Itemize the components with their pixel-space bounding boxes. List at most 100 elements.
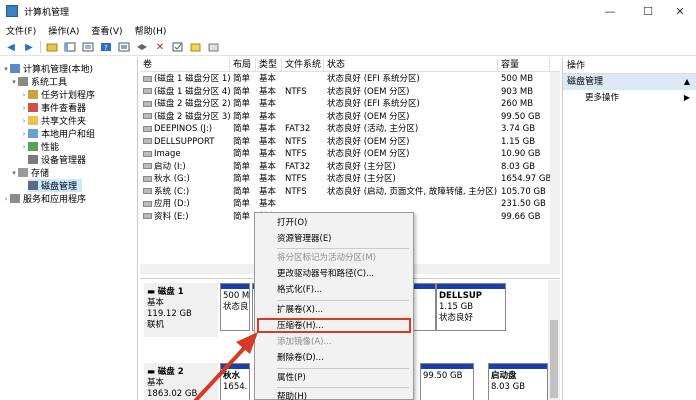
table-row[interactable]: 应用 (D:) 简单 基本 231.50 GB — [140, 198, 560, 211]
cell-text: 基本 — [259, 86, 277, 97]
tree-item-performance[interactable]: › 性能 — [20, 140, 59, 153]
tree-item-local-users[interactable]: › 本地用户和组 — [20, 127, 95, 140]
cell-volume: (磁盘 1 磁盘分区 1) — [140, 73, 230, 86]
menu-item-delete-volume[interactable]: 删除卷(D)... — [255, 350, 413, 366]
more-actions[interactable]: 更多操作 ▶ — [563, 90, 696, 106]
cell-volume: (磁盘 1 磁盘分区 4) — [140, 86, 230, 99]
storage-icon — [18, 168, 28, 177]
forward-arrow-icon[interactable]: ▶ — [22, 41, 36, 54]
menu-item-help[interactable]: 帮助(H) — [255, 389, 413, 400]
help-icon[interactable]: ? — [99, 41, 113, 54]
tree-item-storage[interactable]: ▾ 存储 — [10, 166, 49, 179]
submenu-arrow-icon[interactable]: ▶ — [684, 90, 690, 106]
expand-icon[interactable]: › — [20, 130, 28, 138]
cell-text: FAT32 — [285, 124, 311, 134]
column-header-volume[interactable]: 卷 — [140, 58, 230, 72]
up-folder-icon[interactable] — [45, 41, 59, 54]
cell-volume: 系统 (C:) — [140, 186, 230, 199]
expand-icon[interactable]: › — [20, 91, 28, 99]
disk-2-label[interactable]: ▬ 磁盘 2 基本 1863.02 GB — [144, 363, 218, 400]
expand-icon[interactable]: › — [2, 195, 10, 203]
collapse-icon[interactable]: ▾ — [10, 78, 18, 86]
new-folder-icon[interactable] — [189, 41, 203, 54]
menu-file[interactable]: 文件(F) — [0, 24, 42, 37]
svg-text:?: ? — [104, 44, 108, 52]
tree-item-system-tools[interactable]: ▾ 系统工具 — [10, 75, 67, 88]
menu-item-extend-volume[interactable]: 扩展卷(X)... — [255, 302, 413, 318]
column-header-layout[interactable]: 布局 — [230, 58, 256, 72]
cell-text: 简单 — [233, 111, 251, 122]
graphical-view-scrollbar[interactable] — [548, 280, 560, 400]
table-row[interactable]: 系统 (C:) 简单 基本 NTFS 状态良好 (启动, 页面文件, 故障转储, 主分区… — [140, 186, 560, 199]
partition-block[interactable]: 99.50 GB — [420, 363, 474, 400]
tree-label: 设备管理器 — [41, 156, 87, 166]
cell-capacity: 99.66 GB — [498, 211, 550, 224]
tree-item-device-manager[interactable]: 设备管理器 — [28, 153, 86, 166]
expand-icon[interactable]: › — [20, 117, 28, 125]
delete-icon[interactable]: ✕ — [153, 41, 167, 54]
collapse-icon[interactable]: ▾ — [2, 65, 10, 73]
volume-list-scrollbar[interactable] — [550, 72, 560, 264]
cell-text: 简单 — [233, 86, 251, 97]
column-header-capacity[interactable]: 容量 — [498, 58, 550, 72]
column-header-status[interactable]: 状态 — [324, 58, 498, 72]
table-row[interactable]: DELLSUPPORT 简单 基本 NTFS 状态良好 (OEM 分区) 1.15 GB — [140, 136, 560, 149]
tree-item-shared-folders[interactable]: › 共享文件夹 — [20, 114, 86, 127]
tree-item-services-apps[interactable]: › 服务和应用程序 — [2, 192, 86, 205]
cell-filesystem: NTFS — [282, 136, 324, 149]
connect-icon[interactable] — [135, 41, 149, 54]
menu-bar: 文件(F) 操作(A) 查看(V) 帮助(H) — [0, 22, 696, 39]
menu-action[interactable]: 操作(A) — [42, 24, 85, 37]
cell-text: NTFS — [285, 86, 307, 97]
minimize-button[interactable]: — — [590, 0, 630, 22]
table-row[interactable]: (磁盘 2 磁盘分区 2) 简单 基本 状态良好 (EFI 系统分区) 260 MB — [140, 98, 560, 111]
back-arrow-icon[interactable]: ◀ — [4, 41, 18, 54]
menu-view[interactable]: 查看(V) — [85, 24, 128, 37]
table-row[interactable]: Image 简单 基本 NTFS 状态良好 (OEM 分区) 10.90 GB — [140, 148, 560, 161]
console-tree-icon[interactable] — [63, 41, 77, 54]
tree-item-event-viewer[interactable]: › 事件查看器 — [20, 101, 86, 114]
menu-item-format[interactable]: 格式化(F)... — [255, 282, 413, 298]
collapse-icon[interactable]: ▾ — [10, 169, 18, 177]
cell-text: 启动 (I:) — [154, 161, 186, 172]
cell-text: 简单 — [233, 211, 251, 222]
menu-help[interactable]: 帮助(H) — [129, 24, 173, 37]
partition-block[interactable]: 500 M 状态良 — [220, 283, 250, 331]
cell-text: Image — [154, 149, 181, 159]
cell-capacity: 8.03 GB — [498, 161, 550, 174]
menu-item-properties[interactable]: 属性(P) — [255, 370, 413, 386]
collapse-up-icon[interactable]: ▲ — [684, 74, 690, 90]
expand-icon[interactable]: › — [20, 143, 28, 151]
view-icon[interactable] — [117, 41, 131, 54]
table-row[interactable]: 启动 (I:) 简单 基本 FAT32 状态良好 (主分区) 8.03 GB — [140, 161, 560, 174]
tree-item-disk-management[interactable]: 磁盘管理 — [28, 179, 82, 192]
column-header-filesystem[interactable]: 文件系统 — [282, 58, 324, 72]
menu-item-open[interactable]: 打开(O) — [255, 215, 413, 231]
cell-text: NTFS — [285, 136, 307, 147]
partition-block[interactable]: 秋水 1654. — [220, 363, 250, 400]
operations-section-disk-management[interactable]: 磁盘管理 ▲ — [563, 74, 696, 90]
properties-icon[interactable] — [81, 41, 95, 54]
expand-icon[interactable]: › — [20, 104, 28, 112]
column-header-type[interactable]: 类型 — [256, 58, 282, 72]
cell-text: 基本 — [259, 161, 277, 172]
menu-item-explorer[interactable]: 资源管理器(E) — [255, 231, 413, 247]
cell-layout: 简单 — [230, 148, 256, 161]
table-row[interactable]: (磁盘 2 磁盘分区 3) 简单 基本 状态良好 (OEM 分区) 99.50 GB — [140, 111, 560, 124]
menu-item-change-drive-letter[interactable]: 更改驱动器号和路径(C)... — [255, 266, 413, 282]
table-row[interactable]: (磁盘 1 磁盘分区 4) 简单 基本 NTFS 状态良好 (OEM 分区) 903 MB — [140, 86, 560, 99]
disk-1-label[interactable]: ▬ 磁盘 1 基本 119.12 GB 联机 — [144, 283, 218, 337]
cell-text: 状态良好 (EFI 系统分区) — [327, 99, 420, 109]
cell-filesystem: NTFS — [282, 173, 324, 186]
check-icon[interactable] — [171, 41, 185, 54]
scrollbar-thumb[interactable] — [550, 320, 558, 398]
table-row[interactable]: DEEPINOS (J:) 简单 基本 FAT32 状态良好 (活动, 主分区) 3.74… — [140, 123, 560, 136]
open-folder-icon[interactable] — [207, 41, 221, 54]
table-row[interactable]: (磁盘 1 磁盘分区 1) 简单 基本 状态良好 (EFI 系统分区) 500 MB — [140, 73, 560, 86]
partition-block[interactable]: DELLSUP 1.15 GB 状态良好 — [436, 283, 506, 331]
close-button[interactable]: ✕ — [660, 0, 696, 22]
tree-item-task-scheduler[interactable]: › 任务计划程序 — [20, 88, 95, 101]
partition-block[interactable]: 启动盘 8.03 GB — [488, 363, 548, 400]
table-row[interactable]: 秋水 (G:) 简单 基本 NTFS 状态良好 (主分区) 1654.97 GB — [140, 173, 560, 186]
tree-root[interactable]: ▾ 计算机管理(本地) — [2, 62, 93, 75]
